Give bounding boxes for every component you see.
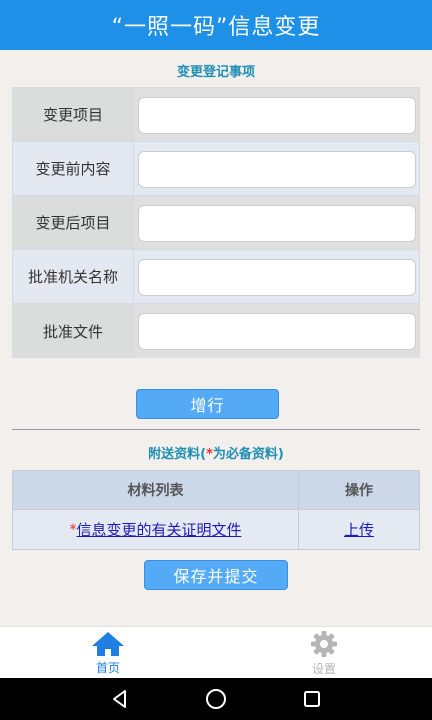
- form-label: 变更后项目: [13, 196, 134, 249]
- form-row-after-item: 变更后项目: [13, 196, 419, 250]
- form-label: 变更前内容: [13, 142, 134, 195]
- gear-icon: [311, 630, 337, 657]
- tab-home[interactable]: 首页: [0, 627, 216, 679]
- app-title-bar: “一照一码”信息变更: [0, 0, 432, 50]
- change-item-input[interactable]: [138, 97, 416, 134]
- save-submit-button[interactable]: 保存并提交: [144, 560, 288, 590]
- before-content-input[interactable]: [138, 151, 416, 188]
- form-cell: [134, 142, 419, 195]
- approval-authority-input[interactable]: [138, 259, 416, 296]
- approval-document-input[interactable]: [138, 313, 416, 350]
- form-row-approval-authority: 批准机关名称: [13, 250, 419, 304]
- form-row-before-content: 变更前内容: [13, 142, 419, 196]
- materials-table-header: 材料列表 操作: [13, 471, 419, 510]
- material-action-cell: 上传: [299, 510, 419, 549]
- attachments-section-title: 附送资料(*为必备资料): [0, 443, 432, 462]
- back-button[interactable]: [90, 678, 150, 720]
- recents-button[interactable]: [282, 678, 342, 720]
- attachments-title-suffix: 为必备资料): [212, 447, 284, 462]
- attachments-title-prefix: 附送资料(: [148, 447, 207, 462]
- home-nav-button[interactable]: [186, 678, 246, 720]
- required-star: *: [69, 521, 77, 538]
- column-header-actions: 操作: [345, 483, 373, 499]
- materials-table: 材料列表 操作 * 信息变更的有关证明文件 上传: [12, 470, 420, 550]
- material-document-link[interactable]: 信息变更的有关证明文件: [76, 519, 241, 540]
- tab-settings-label: 设置: [311, 661, 336, 676]
- form-cell: [134, 250, 419, 303]
- system-nav-bar: [0, 678, 432, 720]
- section-divider: [12, 429, 420, 430]
- upload-link[interactable]: 上传: [344, 519, 374, 540]
- column-header-materials: 材料列表: [13, 471, 299, 509]
- after-item-input[interactable]: [138, 205, 416, 242]
- tab-home-label: 首页: [95, 660, 120, 675]
- home-circle-icon: [206, 689, 226, 709]
- tab-settings[interactable]: 设置: [216, 627, 432, 679]
- form-label: 批准机关名称: [13, 250, 134, 303]
- form-cell: [134, 196, 419, 249]
- change-form-table: 变更项目 变更前内容 变更后项目 批准机关名称 批准文件: [12, 87, 420, 358]
- form-label: 变更项目: [13, 88, 134, 141]
- page-title: “一照一码”信息变更: [111, 15, 321, 40]
- required-star: *: [206, 447, 213, 462]
- recents-square-icon: [304, 691, 320, 707]
- home-icon: [92, 631, 124, 656]
- form-label: 批准文件: [13, 304, 134, 358]
- form-cell: [134, 304, 419, 358]
- material-name-cell: * 信息变更的有关证明文件: [13, 510, 299, 549]
- add-row-button[interactable]: 增行: [136, 389, 279, 419]
- bottom-tab-bar: 首页 设置: [0, 626, 432, 678]
- table-row: * 信息变更的有关证明文件 上传: [13, 510, 419, 549]
- form-cell: [134, 88, 419, 141]
- back-triangle-icon: [113, 690, 126, 708]
- form-row-change-item: 变更项目: [13, 88, 419, 142]
- change-section-title: 变更登记事项: [176, 65, 255, 80]
- form-row-approval-document: 批准文件: [13, 304, 419, 358]
